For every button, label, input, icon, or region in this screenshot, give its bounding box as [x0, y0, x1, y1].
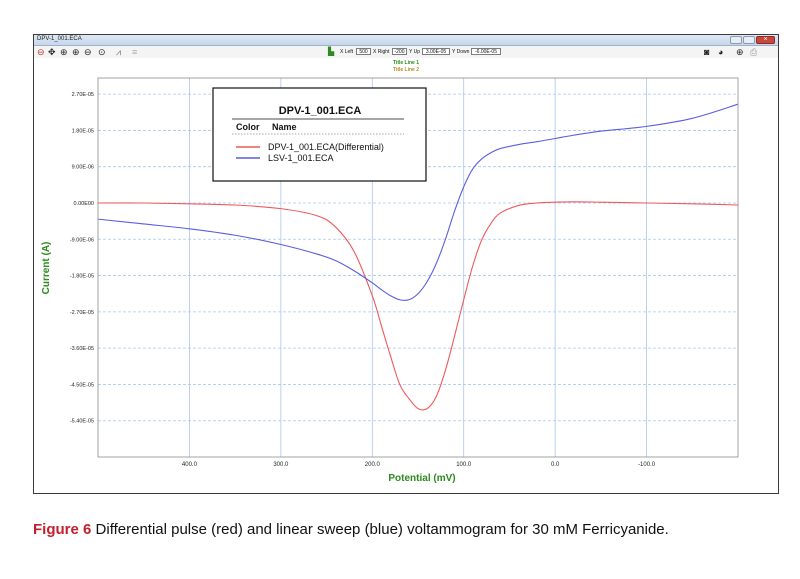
y-tick-label: 2.70E-05 — [72, 92, 94, 98]
x-tick-label: 400.0 — [182, 462, 198, 468]
voltammogram-chart: 400.0 300.0 200.0 100.0 0.0 -100.0 2.70E-05 1.8… — [41, 77, 739, 484]
legend: DPV-1_001.ECA Color Name DPV-1_001.ECA(D… — [212, 87, 427, 182]
x-tick-label: -100.0 — [638, 462, 656, 468]
legend-header-color: Color — [236, 122, 260, 132]
legend-box — [212, 87, 427, 182]
legend-header-name: Name — [272, 122, 297, 132]
y-tick-label: 1.80E-05 — [72, 128, 94, 134]
y-tick-label: 0.00E00 — [74, 201, 95, 207]
y-axis-label: Current (A) — [41, 242, 52, 295]
y-tick-label: -5.40E-05 — [70, 419, 94, 425]
legend-title: DPV-1_001.ECA — [279, 105, 362, 117]
x-axis-label: Potential (mV) — [388, 473, 455, 484]
figure-caption: Figure 6 Differential pulse (red) and li… — [33, 521, 669, 538]
caption-text: Differential pulse (red) and linear swee… — [95, 521, 669, 538]
y-tick-label: 9.00E-06 — [72, 165, 94, 171]
x-tick-label: 300.0 — [273, 462, 289, 468]
x-tick-label: 100.0 — [456, 462, 472, 468]
legend-item-lsv: LSV-1_001.ECA — [268, 153, 334, 163]
legend-item-differential: DPV-1_001.ECA(Differential) — [268, 142, 384, 152]
series-line-differential — [97, 201, 739, 411]
y-tick-label: -1.80E-05 — [70, 274, 94, 280]
y-tick-label: -9.00E-06 — [70, 237, 94, 243]
y-tick-label: -2.70E-05 — [70, 310, 94, 316]
figure-label: Figure 6 — [33, 521, 92, 538]
y-tick-label: -4.50E-05 — [70, 382, 94, 388]
x-tick-label: 0.0 — [551, 462, 560, 468]
x-tick-label: 200.0 — [365, 462, 381, 468]
y-tick-label: -3.60E-05 — [70, 346, 94, 352]
